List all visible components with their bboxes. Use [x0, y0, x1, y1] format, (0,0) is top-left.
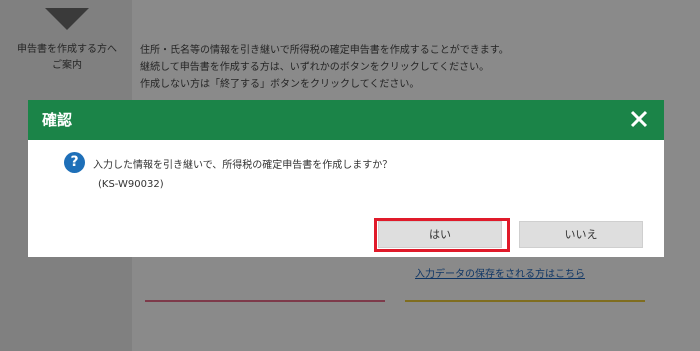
confirm-dialog: 確認 ? 入力した情報を引き継いで、所得税の確定申告書を作成しますか？ (KS-… [28, 100, 664, 257]
no-button[interactable]: いいえ [519, 221, 643, 248]
yes-button-highlight [374, 218, 510, 252]
dialog-message: 入力した情報を引き継いで、所得税の確定申告書を作成しますか？ [93, 160, 393, 171]
question-icon: ? [64, 152, 85, 173]
close-button[interactable] [628, 108, 650, 130]
dialog-title: 確認 [42, 111, 73, 129]
close-icon [630, 110, 648, 128]
dialog-message-code: (KS-W90032) [98, 179, 164, 190]
dialog-header: 確認 [28, 100, 664, 140]
